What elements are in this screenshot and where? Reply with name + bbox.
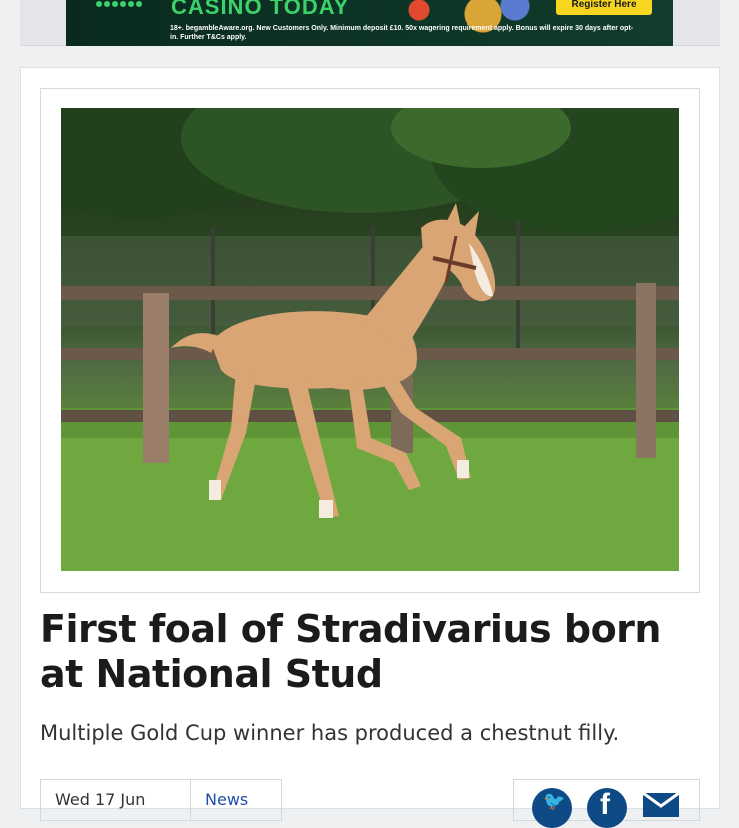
- share-bar: 🐦 f: [513, 779, 700, 828]
- article-category-link[interactable]: News: [191, 780, 281, 820]
- ad-logo-dots: [96, 1, 142, 7]
- twitter-icon: 🐦: [543, 791, 566, 812]
- article-image[interactable]: [61, 108, 679, 571]
- article-meta: Wed 17 Jun News: [40, 779, 282, 821]
- share-facebook-button[interactable]: f: [587, 788, 627, 828]
- article-headline[interactable]: First foal of Stradivarius born at Natio…: [40, 607, 700, 697]
- ad-banner[interactable]: CASINO TODAY Register Here 18+. begamble…: [66, 0, 673, 46]
- ad-headline: CASINO TODAY: [171, 0, 350, 19]
- ad-register-button[interactable]: Register Here: [556, 0, 652, 15]
- article-standfirst: Multiple Gold Cup winner has produced a …: [40, 721, 620, 745]
- foal-photo-illustration: [61, 108, 679, 571]
- share-twitter-button[interactable]: 🐦: [532, 788, 572, 828]
- share-email-button[interactable]: [642, 792, 680, 818]
- facebook-icon: f: [600, 788, 610, 821]
- article-date: Wed 17 Jun: [41, 780, 191, 820]
- ad-terms: 18+. begambleAware.org. New Customers On…: [170, 25, 634, 41]
